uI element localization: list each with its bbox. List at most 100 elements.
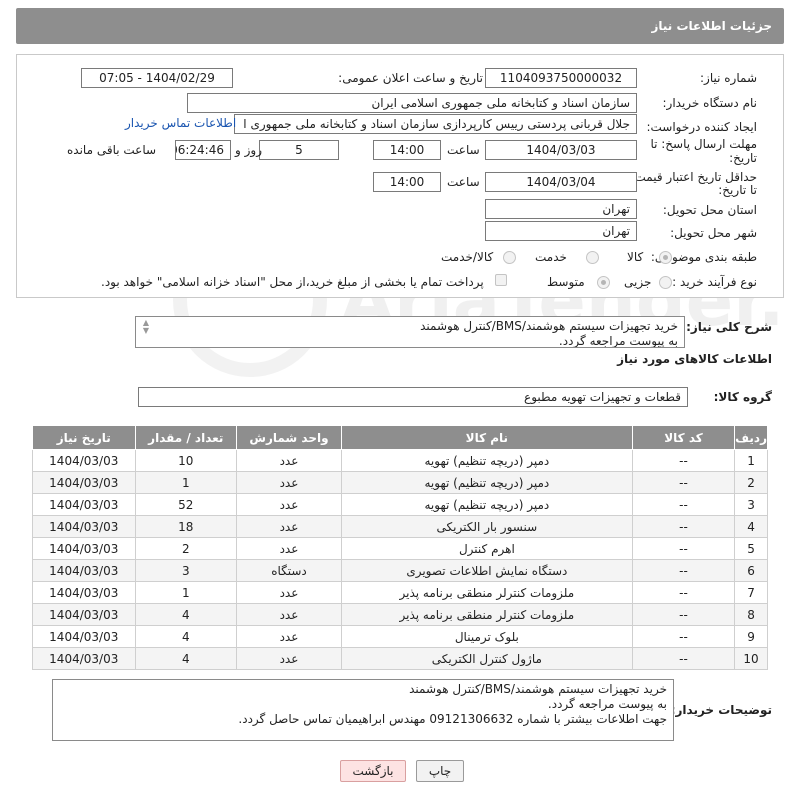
- summary-line: خرید تجهیزات سیستم هوشمند/BMS/کنترل هوشم…: [420, 319, 678, 333]
- buyer-org-label: نام دستگاه خریدار:: [662, 96, 758, 110]
- cell-unit: عدد: [236, 625, 342, 648]
- cell-goods-name: دمپر (دریچه تنظیم) تهویه: [340, 471, 633, 494]
- cell-goods-name: دمپر (دریچه تنظیم) تهویه: [340, 449, 633, 472]
- cell-goods-name: اهرم کنترل: [340, 537, 633, 560]
- category-goods-label: کالا: [627, 250, 644, 264]
- table-row: 8 -- ملزومات کنترلر منطقی برنامه پذیر عدد 4 1…: [32, 603, 768, 626]
- goods-group-field: قطعات و تجهیزات تهویه مطبوع: [138, 387, 688, 407]
- process-medium-radio[interactable]: [597, 276, 610, 289]
- cell-unit: عدد: [236, 581, 342, 604]
- deadline-time-word: ساعت: [447, 143, 480, 157]
- table-row: 9 -- بلوک ترمینال عدد 4 1404/03/03: [32, 625, 768, 648]
- treasury-payment-checkbox[interactable]: [495, 274, 507, 286]
- notes-line: خرید تجهیزات سیستم هوشمند/BMS/کنترل هوشم…: [409, 682, 667, 696]
- cell-goods-name: دمپر (دریچه تنظیم) تهویه: [340, 493, 633, 516]
- cell-goods-code: --: [631, 471, 736, 494]
- col-quantity: تعداد / مقدار: [134, 425, 238, 450]
- province-label: استان محل تحویل:: [662, 203, 757, 217]
- cell-goods-name: دستگاه نمایش اطلاعات تصویری: [340, 559, 633, 582]
- remaining-time-field: 06:24:46: [175, 140, 231, 160]
- validity-date-field: 1404/03/04: [485, 172, 637, 192]
- scroll-arrows-icon[interactable]: ▲ ▼: [139, 319, 149, 335]
- contact-buyer-link[interactable]: اطلاعات تماس خریدار: [125, 116, 236, 130]
- process-type-label: نوع فرآیند خرید :: [672, 275, 757, 289]
- cell-goods-code: --: [631, 603, 736, 626]
- cell-row-number: 8: [734, 603, 768, 626]
- cell-row-number: 3: [734, 493, 768, 516]
- cell-goods-code: --: [631, 559, 736, 582]
- cell-need-date: 1404/03/03: [32, 559, 136, 582]
- table-row: 7 -- ملزومات کنترلر منطقی برنامه پذیر عدد 1 1…: [32, 581, 768, 604]
- category-service-radio[interactable]: [586, 251, 599, 264]
- deadline-label-date: تاریخ:: [729, 151, 757, 165]
- goods-section-title: اطلاعات کالاهای مورد نیاز: [617, 352, 772, 366]
- announce-label: تاریخ و ساعت اعلان عمومی:: [338, 71, 483, 85]
- cell-goods-code: --: [631, 625, 736, 648]
- creator-label: ایجاد کننده درخواست:: [646, 120, 757, 134]
- category-both-radio[interactable]: [503, 251, 516, 264]
- print-button[interactable]: چاپ: [416, 760, 464, 782]
- table-row: 6 -- دستگاه نمایش اطلاعات تصویری دستگاه 3 140…: [32, 559, 768, 582]
- deadline-date-field: 1404/03/03: [485, 140, 637, 160]
- back-button[interactable]: بازگشت: [340, 760, 406, 782]
- process-minor-label: جزیی: [624, 275, 652, 289]
- cell-unit: عدد: [236, 493, 342, 516]
- table-row: 3 -- دمپر (دریچه تنظیم) تهویه عدد 52 1404/03/…: [32, 493, 768, 516]
- cell-quantity: 3: [134, 559, 238, 582]
- page-title: جزئیات اطلاعات نیاز: [651, 19, 772, 33]
- goods-table: ردیف کد کالا نام کالا واحد شمارش تعداد /…: [32, 425, 768, 670]
- cell-row-number: 5: [734, 537, 768, 560]
- title-bar: جزئیات اطلاعات نیاز: [16, 8, 784, 44]
- cell-quantity: 52: [134, 493, 238, 516]
- cell-row-number: 9: [734, 625, 768, 648]
- treasury-payment-note: پرداخت تمام یا بخشی از مبلغ خرید،از محل …: [101, 275, 484, 289]
- need-summary-textarea: خرید تجهیزات سیستم هوشمند/BMS/کنترل هوشم…: [135, 316, 685, 348]
- need-details-panel: شماره نیاز: 1104093750000032 تاریخ و ساع…: [16, 54, 784, 298]
- cell-goods-code: --: [631, 647, 736, 670]
- cell-row-number: 4: [734, 515, 768, 538]
- cell-unit: عدد: [236, 603, 342, 626]
- cell-goods-name: بلوک ترمینال: [340, 625, 633, 648]
- need-summary-label: شرح کلی نیاز:: [686, 320, 772, 334]
- cell-unit: عدد: [236, 449, 342, 472]
- table-row: 10 -- ماژول کنترل الکتریکی عدد 4 1404/03/03: [32, 647, 768, 670]
- process-medium-label: متوسط: [547, 275, 585, 289]
- deadline-label: مهلت ارسال پاسخ: تا: [650, 137, 757, 151]
- notes-line: به پیوست مراجعه گردد.: [547, 697, 667, 711]
- need-number-label: شماره نیاز:: [700, 71, 757, 85]
- cell-row-number: 6: [734, 559, 768, 582]
- category-goods-radio[interactable]: [659, 251, 672, 264]
- cell-need-date: 1404/03/03: [32, 493, 136, 516]
- col-need-date: تاریخ نیاز: [32, 425, 136, 450]
- cell-need-date: 1404/03/03: [32, 537, 136, 560]
- table-row: 1 -- دمپر (دریچه تنظیم) تهویه عدد 10 1404/03/…: [32, 449, 768, 472]
- table-row: 4 -- سنسور بار الکتریکی عدد 18 1404/03/03: [32, 515, 768, 538]
- cell-goods-code: --: [631, 449, 736, 472]
- cell-unit: عدد: [236, 647, 342, 670]
- days-word: روز و: [235, 143, 262, 157]
- buyer-org-field: سازمان اسناد و کتابخانه ملی جمهوری اسلام…: [187, 93, 637, 113]
- validity-time-field: 14:00: [373, 172, 441, 192]
- validity-time-word: ساعت: [447, 175, 480, 189]
- process-minor-radio[interactable]: [659, 276, 672, 289]
- cell-row-number: 7: [734, 581, 768, 604]
- creator-field: جلال قربانی پردستی رییس کارپردازی سازمان…: [234, 114, 637, 134]
- cell-goods-code: --: [631, 581, 736, 604]
- goods-group-label: گروه کالا:: [713, 390, 772, 404]
- validity-label-date: تا تاریخ:: [718, 183, 757, 197]
- cell-row-number: 1: [734, 449, 768, 472]
- need-number-field: 1104093750000032: [485, 68, 637, 88]
- col-goods-code: کد کالا: [631, 425, 736, 450]
- announce-field: 1404/02/29 - 07:05: [81, 68, 233, 88]
- cell-goods-name: ملزومات کنترلر منطقی برنامه پذیر: [340, 603, 633, 626]
- cell-quantity: 4: [134, 603, 238, 626]
- category-both-label: کالا/خدمت: [441, 250, 494, 264]
- cell-quantity: 18: [134, 515, 238, 538]
- cell-unit: عدد: [236, 515, 342, 538]
- col-row-number: ردیف: [734, 425, 768, 450]
- days-remaining-field: 5: [259, 140, 339, 160]
- cell-need-date: 1404/03/03: [32, 603, 136, 626]
- province-field: تهران: [485, 199, 637, 219]
- notes-line: جهت اطلاعات بیشتر با شماره 09121306632 م…: [238, 712, 667, 726]
- cell-need-date: 1404/03/03: [32, 581, 136, 604]
